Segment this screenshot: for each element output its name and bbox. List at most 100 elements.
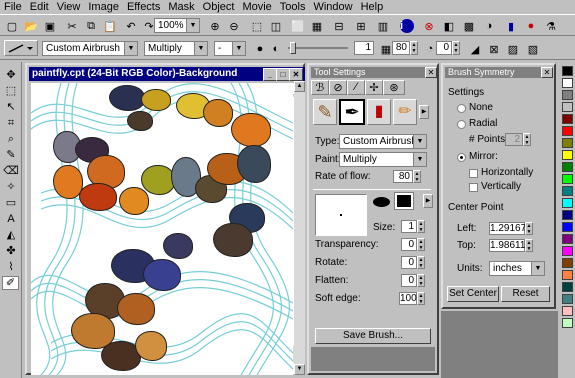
info-icon[interactable]: i: [398, 17, 416, 35]
color-swatch[interactable]: [562, 234, 573, 244]
grid-icon[interactable]: ▦: [308, 17, 326, 35]
points-input[interactable]: 2: [505, 133, 523, 146]
marquee-icon[interactable]: ⬜: [289, 17, 307, 35]
tool-settings-scrollbar[interactable]: ▲ ▼: [294, 81, 305, 375]
color-swatch[interactable]: [562, 294, 573, 304]
flatten-input[interactable]: 0: [401, 274, 417, 287]
object-mode-icon[interactable]: ⬚: [248, 17, 266, 35]
close-icon[interactable]: ✕: [541, 67, 553, 78]
minimize-icon[interactable]: _: [263, 68, 277, 81]
top-spinner[interactable]: ▲ ▼: [525, 239, 533, 252]
color-swatch[interactable]: [562, 90, 573, 100]
lasso-tool-icon[interactable]: ↖: [3, 100, 19, 114]
left-spinner[interactable]: ▲ ▼: [525, 222, 533, 235]
menu-file[interactable]: File: [0, 0, 26, 14]
orientation-icon[interactable]: ⊟: [330, 17, 348, 35]
brush-preset-button[interactable]: [4, 40, 38, 56]
soft-edge-input[interactable]: 100: [399, 292, 417, 305]
color-swatch[interactable]: [562, 102, 573, 112]
crop-tool-icon[interactable]: ⌗: [3, 116, 19, 130]
transparency-spinner[interactable]: ▲ ▼: [417, 238, 425, 251]
radial-radio[interactable]: [457, 120, 466, 129]
angle-input[interactable]: 0: [436, 41, 452, 55]
zoom-out-icon[interactable]: ⊖: [225, 17, 243, 35]
effect-tool-icon[interactable]: ✧: [3, 180, 19, 194]
zoom-select[interactable]: 100% ▼: [154, 18, 200, 33]
color-swatch[interactable]: [562, 174, 573, 184]
tab-orbit-icon[interactable]: ⊛: [383, 80, 405, 95]
menu-tools[interactable]: Tools: [276, 0, 310, 14]
pick-tool-icon[interactable]: ✥: [3, 68, 19, 82]
top-input[interactable]: 1.98611: [489, 239, 525, 252]
round-nib-icon[interactable]: [373, 197, 390, 207]
color-swatch[interactable]: [562, 210, 573, 220]
nib-properties-icon[interactable]: ◐: [267, 40, 285, 58]
paintbrush-tool-icon[interactable]: ✐: [2, 276, 19, 290]
rate-of-flow-input[interactable]: 80: [393, 170, 413, 183]
color-swatch[interactable]: [562, 186, 573, 196]
text-tool-icon[interactable]: A: [3, 212, 19, 226]
menu-help[interactable]: Help: [357, 0, 388, 14]
symmetry-icon[interactable]: ◧: [440, 17, 458, 35]
color-swatch[interactable]: [562, 222, 573, 232]
color-swatch[interactable]: [562, 318, 573, 328]
transparency-input[interactable]: 80: [392, 41, 410, 55]
paste-icon[interactable]: 📋: [101, 17, 119, 35]
menu-mask[interactable]: Mask: [164, 0, 198, 14]
size-slider-track[interactable]: [288, 47, 348, 49]
color-swatch[interactable]: [562, 66, 573, 76]
color-swatch[interactable]: [562, 246, 573, 256]
color-swatch[interactable]: [562, 78, 573, 88]
close-icon[interactable]: ✕: [289, 68, 303, 81]
rate-of-flow-spinner[interactable]: ▲ ▼: [413, 170, 421, 183]
clone-tool-icon[interactable]: ✤: [3, 244, 19, 258]
stroke-icon[interactable]: ▧: [524, 40, 542, 58]
type-select[interactable]: Custom Airbrush ▼: [339, 134, 427, 149]
image-canvas[interactable]: [31, 83, 293, 375]
orbits-icon[interactable]: ◢: [466, 40, 484, 58]
flatten-spinner[interactable]: ▲ ▼: [417, 274, 425, 287]
menu-view[interactable]: View: [53, 0, 85, 14]
color-swatch[interactable]: [562, 282, 573, 292]
left-input[interactable]: 1.29167: [489, 222, 526, 235]
color-swatch[interactable]: [562, 198, 573, 208]
color-swatch[interactable]: [562, 138, 573, 148]
tab-texture-icon[interactable]: ✢: [365, 80, 383, 95]
paint-select[interactable]: Multiply ▼: [339, 152, 427, 167]
nib-menu-icon[interactable]: ▶: [423, 194, 433, 208]
units-select[interactable]: inches ▼: [489, 261, 545, 276]
object-picker-icon[interactable]: ⊗: [420, 17, 438, 35]
zoom-in-icon[interactable]: ⊕: [206, 17, 224, 35]
fill-tool-icon[interactable]: ◭: [3, 228, 19, 242]
tab-stroke-icon[interactable]: ⁄: [347, 80, 365, 95]
crayon-preset-icon[interactable]: ▮: [367, 99, 391, 125]
mirror-radio[interactable]: [457, 153, 466, 162]
zoom-tool-icon[interactable]: ⌕: [3, 132, 19, 146]
rotate-input[interactable]: 0: [401, 256, 417, 269]
menu-effects[interactable]: Effects: [123, 0, 164, 14]
reset-button[interactable]: Reset: [501, 286, 550, 302]
mask-mode-icon[interactable]: ◫: [267, 17, 285, 35]
horizontally-checkbox[interactable]: [469, 169, 478, 178]
scroll-down-icon[interactable]: ▼: [294, 364, 305, 375]
vertically-checkbox[interactable]: [469, 183, 478, 192]
open-folder-icon[interactable]: 📂: [22, 17, 40, 35]
brush-type-select[interactable]: Custom Airbrush ▼: [42, 41, 138, 56]
cut-icon[interactable]: ✂: [63, 17, 81, 35]
menu-object[interactable]: Object: [199, 0, 239, 14]
rectangle-tool-icon[interactable]: ▭: [3, 196, 19, 210]
tab-paint-icon[interactable]: ℬ: [311, 80, 329, 95]
color-swatch[interactable]: [562, 126, 573, 136]
transparency-input[interactable]: 0: [401, 238, 417, 251]
eyedropper-tool-icon[interactable]: ✎: [3, 148, 19, 162]
points-spinner[interactable]: ▲ ▼: [523, 133, 531, 146]
close-icon[interactable]: ✕: [425, 67, 437, 78]
copy-icon[interactable]: ⧉: [82, 17, 100, 35]
size-input[interactable]: 1: [354, 41, 374, 55]
color-swatch[interactable]: [562, 150, 573, 160]
color-swatch[interactable]: [562, 258, 573, 268]
menu-edit[interactable]: Edit: [26, 0, 53, 14]
scroll-up-icon[interactable]: ▲: [294, 81, 305, 92]
save-brush-button[interactable]: Save Brush...: [315, 328, 431, 344]
menu-window[interactable]: Window: [309, 0, 356, 14]
